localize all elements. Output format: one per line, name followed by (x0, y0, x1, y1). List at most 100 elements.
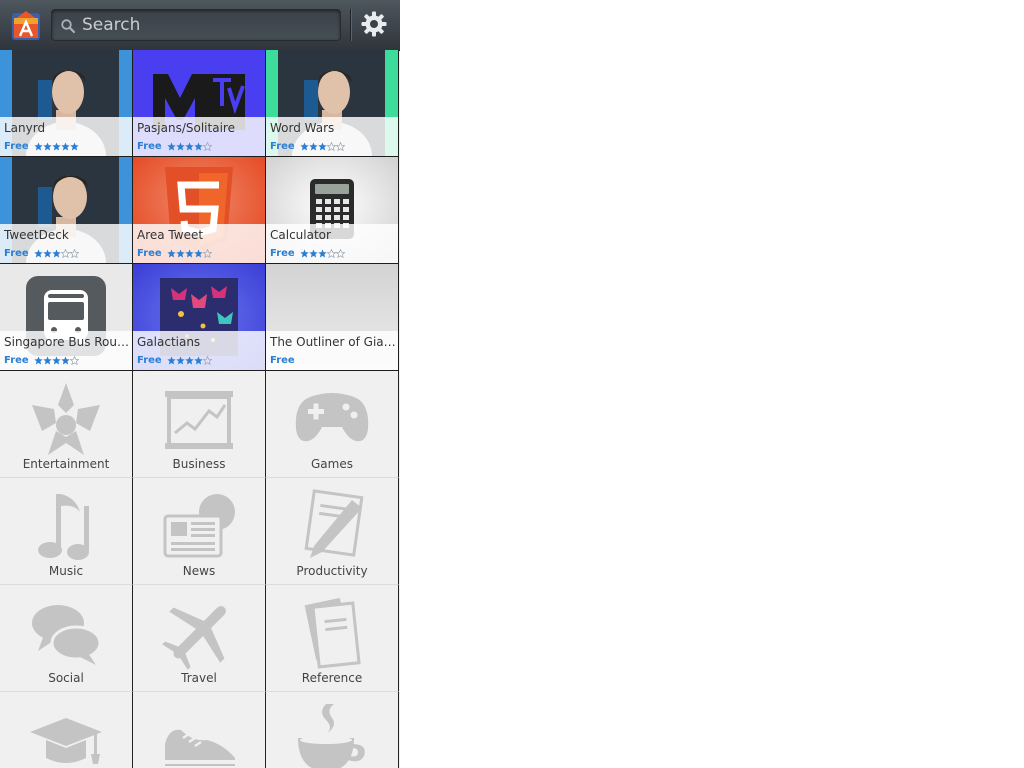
app-name: Calculator (270, 228, 331, 242)
rating-stars (34, 141, 79, 151)
graduation-cap-icon (30, 718, 102, 764)
app-tile-word-wars[interactable]: Word Wars Free (266, 50, 399, 157)
books-icon (304, 597, 361, 669)
settings-gear-icon[interactable] (360, 10, 388, 38)
app-name: Lanyrd (4, 121, 46, 135)
star-filled-icon (185, 141, 194, 150)
star-filled-icon (70, 141, 79, 150)
music-note-icon (38, 494, 89, 560)
app-name: The Outliner of Giants (270, 335, 396, 349)
category-entertainment[interactable]: Entertainment (0, 371, 133, 478)
app-price: Free (270, 140, 295, 152)
app-catalog-logo-icon[interactable] (9, 8, 43, 42)
star-empty-icon (335, 141, 345, 151)
tile-info-bar: Pasjans/Solitaire Free (133, 117, 265, 156)
star-filled-icon (194, 355, 203, 364)
tile-info-bar: Singapore Bus Route... Free (0, 331, 132, 370)
tile-info-bar: TweetDeck Free (0, 224, 132, 263)
app-tile-singapore-bus-route[interactable]: Singapore Bus Route... Free (0, 264, 133, 371)
category-label: Music (48, 564, 84, 578)
category-games[interactable]: Games (266, 371, 399, 478)
chart-board-icon (165, 391, 233, 449)
app-tile-calculator[interactable]: Calculator Free (266, 157, 399, 264)
chat-bubbles-icon (32, 605, 102, 665)
top-divider (350, 9, 351, 41)
category-label: Productivity (296, 564, 368, 578)
app-price: Free (137, 247, 162, 259)
app-price: Free (4, 247, 29, 259)
app-tile-tweetdeck[interactable]: TweetDeck Free (0, 157, 133, 264)
star-empty-icon (69, 248, 79, 258)
app-tile-area-tweet[interactable]: Area Tweet Free (133, 157, 266, 264)
tile-info-bar: The Outliner of Giants Free (266, 331, 398, 370)
star-filled-icon (309, 141, 318, 150)
star-empty-icon (202, 141, 212, 151)
star-empty-icon (202, 248, 212, 258)
search-box[interactable] (51, 9, 341, 41)
star-filled-icon (34, 248, 43, 257)
category-travel[interactable]: Travel (133, 585, 266, 692)
rating-stars (34, 355, 79, 365)
app-tile-galactians[interactable]: Galactians Free (133, 264, 266, 371)
app-meta: Free (4, 247, 79, 259)
star-filled-icon (167, 141, 176, 150)
star-filled-icon (52, 355, 61, 364)
category-label: Travel (181, 671, 217, 685)
star-filled-icon (300, 248, 309, 257)
star-filled-icon (52, 248, 61, 257)
star-empty-icon (326, 248, 336, 258)
rating-stars (167, 355, 212, 365)
app-tile-lanyrd[interactable]: Lanyrd Free (0, 50, 133, 157)
rating-stars (167, 248, 212, 258)
sneaker-icon (165, 729, 235, 766)
star-filled-icon (167, 355, 176, 364)
star-emblem-icon (32, 383, 100, 455)
category-lifestyle[interactable] (266, 692, 399, 768)
coffee-cup-icon (298, 704, 365, 768)
app-meta: Free (270, 247, 345, 259)
app-meta: Free (137, 354, 212, 366)
category-reference[interactable]: Reference (266, 585, 399, 692)
pen-paper-icon (304, 489, 364, 558)
star-empty-icon (69, 355, 79, 365)
tile-info-bar: Word Wars Free (266, 117, 398, 156)
category-music[interactable]: Music (0, 478, 133, 585)
category-label: Entertainment (22, 457, 110, 471)
star-empty-icon (202, 355, 212, 365)
star-filled-icon (61, 355, 70, 364)
star-filled-icon (318, 248, 327, 257)
app-name: Word Wars (270, 121, 335, 135)
category-business[interactable]: Business (133, 371, 266, 478)
star-filled-icon (43, 248, 52, 257)
star-filled-icon (176, 141, 185, 150)
category-productivity[interactable]: Productivity (266, 478, 399, 585)
category-social[interactable]: Social (0, 585, 133, 692)
category-sports[interactable] (133, 692, 266, 768)
tile-info-bar: Calculator Free (266, 224, 398, 263)
airplane-icon (162, 606, 226, 670)
category-education[interactable] (0, 692, 133, 768)
app-name: Singapore Bus Route... (4, 335, 130, 349)
app-price: Free (270, 354, 295, 366)
star-filled-icon (185, 355, 194, 364)
category-news[interactable]: News (133, 478, 266, 585)
app-tile-pasjans-solitaire[interactable]: Pasjans/Solitaire Free (133, 50, 266, 157)
app-catalog-panel: Lanyrd Free Pasjans/Solitaire Free (0, 0, 400, 768)
star-filled-icon (176, 355, 185, 364)
app-price: Free (270, 247, 295, 259)
app-price: Free (4, 354, 29, 366)
star-filled-icon (309, 248, 318, 257)
star-filled-icon (34, 141, 43, 150)
category-label: Social (48, 671, 84, 685)
app-tile-outliner-of-giants[interactable]: The Outliner of Giants Free (266, 264, 399, 371)
star-filled-icon (194, 248, 203, 257)
app-name: TweetDeck (4, 228, 69, 242)
star-empty-icon (326, 141, 336, 151)
app-name: Area Tweet (137, 228, 204, 242)
rating-stars (300, 141, 345, 151)
app-meta: Free (4, 140, 79, 152)
star-filled-icon (61, 141, 70, 150)
search-input[interactable] (82, 10, 332, 40)
star-filled-icon (300, 141, 309, 150)
rating-stars (300, 248, 345, 258)
